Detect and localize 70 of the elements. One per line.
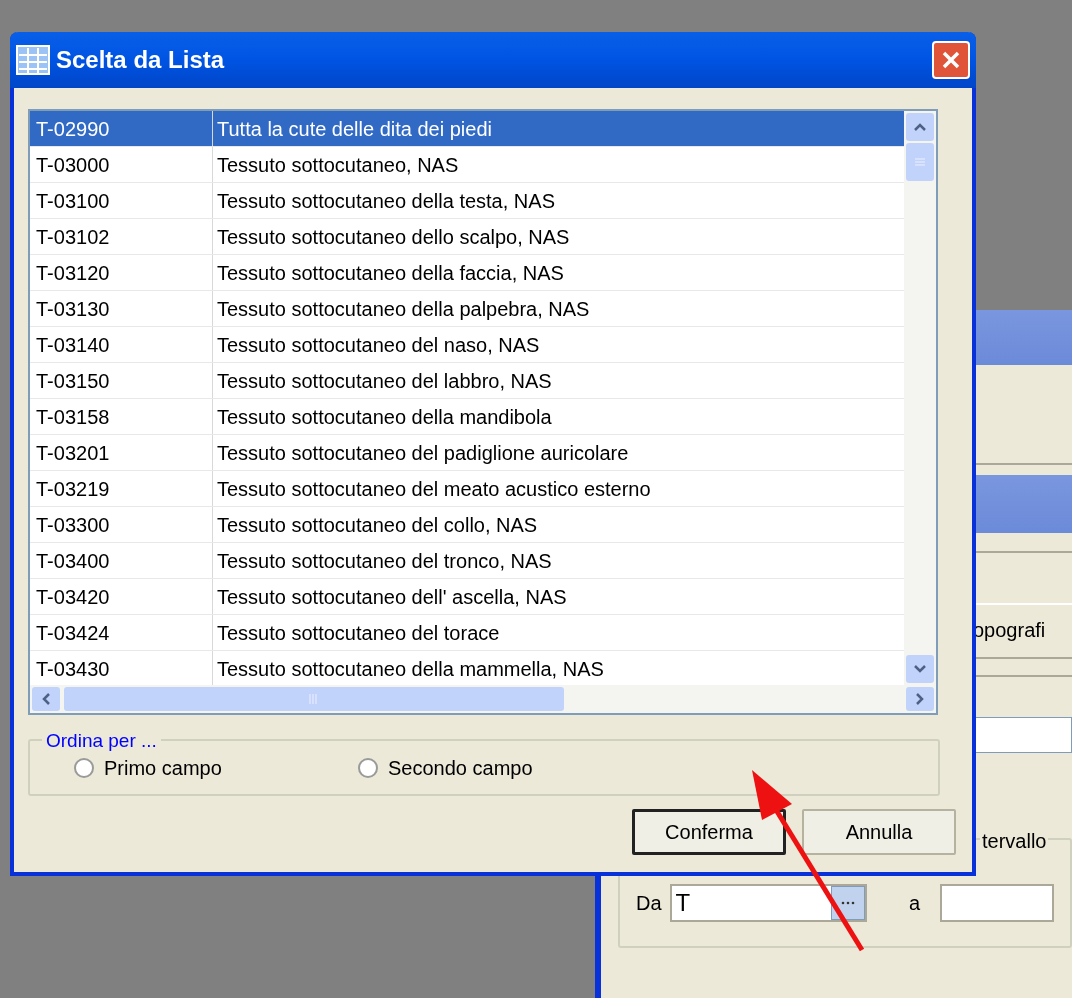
horizontal-scrollbar[interactable] bbox=[30, 685, 936, 713]
code-cell: T-03219 bbox=[30, 471, 213, 506]
list-row[interactable]: T-03420 Tessuto sottocutaneo dell' ascella, NAS bbox=[30, 579, 904, 615]
code-cell: T-03420 bbox=[30, 579, 213, 614]
list-row[interactable]: T-03130 Tessuto sottocutaneo della palpebra, NAS bbox=[30, 291, 904, 327]
description-cell-text: Tessuto sottocutaneo, NAS bbox=[216, 152, 460, 178]
code-cell: T-03150 bbox=[30, 363, 213, 398]
list-row[interactable]: T-03140 Tessuto sottocutaneo del naso, NAS bbox=[30, 327, 904, 363]
list-row[interactable]: T-02990 Tutta la cute delle dita dei piedi bbox=[30, 111, 904, 147]
list-row[interactable]: T-03100 Tessuto sottocutaneo della testa, NAS bbox=[30, 183, 904, 219]
description-cell-text: Tessuto sottocutaneo dello scalpo, NAS bbox=[216, 224, 571, 250]
description-cell-text: Tessuto sottocutaneo del padiglione auricolare bbox=[216, 440, 630, 466]
list-row[interactable]: T-03201 Tessuto sottocutaneo del padiglione auricolare bbox=[30, 435, 904, 471]
description-cell-text: Tessuto sottocutaneo della mandibola bbox=[216, 404, 553, 430]
description-cell-text: Tessuto sottocutaneo della palpebra, NAS bbox=[216, 296, 591, 322]
grid-icon bbox=[16, 45, 50, 75]
description-cell-text: Tessuto sottocutaneo del naso, NAS bbox=[216, 332, 541, 358]
code-cell: T-03400 bbox=[30, 543, 213, 578]
code-cell: T-03300 bbox=[30, 507, 213, 542]
window-title: Scelta da Lista bbox=[56, 45, 226, 75]
list-row[interactable]: T-03219 Tessuto sottocutaneo del meato acustico esterno bbox=[30, 471, 904, 507]
text-field[interactable] bbox=[973, 717, 1072, 753]
close-icon bbox=[941, 50, 961, 70]
scroll-up-button[interactable] bbox=[906, 113, 934, 141]
scroll-right-button[interactable] bbox=[906, 687, 934, 711]
scroll-thumb[interactable] bbox=[64, 687, 564, 711]
to-field[interactable] bbox=[940, 884, 1054, 922]
description-cell-text: Tessuto sottocutaneo del tronco, NAS bbox=[216, 548, 553, 574]
code-cell: T-03201 bbox=[30, 435, 213, 470]
code-cell: T-03000 bbox=[30, 147, 213, 182]
scroll-left-button[interactable] bbox=[32, 687, 60, 711]
scroll-thumb[interactable] bbox=[906, 143, 934, 181]
list-row[interactable]: T-03424 Tessuto sottocutaneo del torace bbox=[30, 615, 904, 651]
description-cell-text: Tessuto sottocutaneo del collo, NAS bbox=[216, 512, 539, 538]
description-cell-text: Tessuto sottocutaneo dell' ascella, NAS bbox=[216, 584, 568, 610]
description-cell-text: Tessuto sottocutaneo della faccia, NAS bbox=[216, 260, 565, 286]
vertical-scrollbar[interactable] bbox=[904, 111, 936, 685]
code-cell: T-03120 bbox=[30, 255, 213, 290]
code-cell: T-03102 bbox=[30, 219, 213, 254]
code-cell: T-03424 bbox=[30, 615, 213, 650]
list-row[interactable]: T-03150 Tessuto sottocutaneo del labbro, NAS bbox=[30, 363, 904, 399]
description-cell-text: Tessuto sottocutaneo del torace bbox=[216, 620, 501, 646]
code-cell: T-02990 bbox=[30, 111, 213, 146]
radio-option[interactable]: Secondo campo bbox=[358, 752, 533, 783]
code-cell: T-03130 bbox=[30, 291, 213, 326]
radio-button[interactable] bbox=[74, 757, 94, 778]
description-cell-text: Tessuto sottocutaneo del labbro, NAS bbox=[216, 368, 553, 394]
list-row[interactable]: T-03158 Tessuto sottocutaneo della mandibola bbox=[30, 399, 904, 435]
list-row[interactable]: T-03120 Tessuto sottocutaneo della faccia, NAS bbox=[30, 255, 904, 291]
ellipsis-icon bbox=[840, 901, 855, 905]
code-cell: T-03100 bbox=[30, 183, 213, 218]
description-cell-text: Tessuto sottocutaneo della mammella, NAS bbox=[216, 656, 605, 682]
close-button[interactable] bbox=[932, 41, 970, 79]
description-cell-text: Tessuto sottocutaneo della testa, NAS bbox=[216, 188, 556, 214]
list-row[interactable]: T-03000 Tessuto sottocutaneo, NAS bbox=[30, 147, 904, 183]
description-cell-text: Tutta la cute delle dita dei piedi bbox=[216, 116, 493, 142]
scroll-down-button[interactable] bbox=[906, 655, 934, 683]
dialog-button[interactable]: Conferma bbox=[632, 809, 786, 855]
list-row[interactable]: T-03300 Tessuto sottocutaneo del collo, NAS bbox=[30, 507, 904, 543]
to-label: a bbox=[908, 891, 921, 916]
code-cell: T-03158 bbox=[30, 399, 213, 434]
from-label: Da bbox=[636, 891, 662, 916]
from-field[interactable]: T bbox=[669, 884, 867, 922]
code-cell: T-03140 bbox=[30, 327, 213, 362]
list-row[interactable]: T-03102 Tessuto sottocutaneo dello scalpo, NAS bbox=[30, 219, 904, 255]
field-label: opografi bbox=[973, 618, 1046, 643]
description-cell-text: Tessuto sottocutaneo del meato acustico esterno bbox=[216, 476, 652, 502]
dialog-button[interactable]: Annulla bbox=[802, 809, 956, 855]
radio-button[interactable] bbox=[358, 757, 378, 778]
list-row[interactable]: T-03400 Tessuto sottocutaneo del tronco, NAS bbox=[30, 543, 904, 579]
